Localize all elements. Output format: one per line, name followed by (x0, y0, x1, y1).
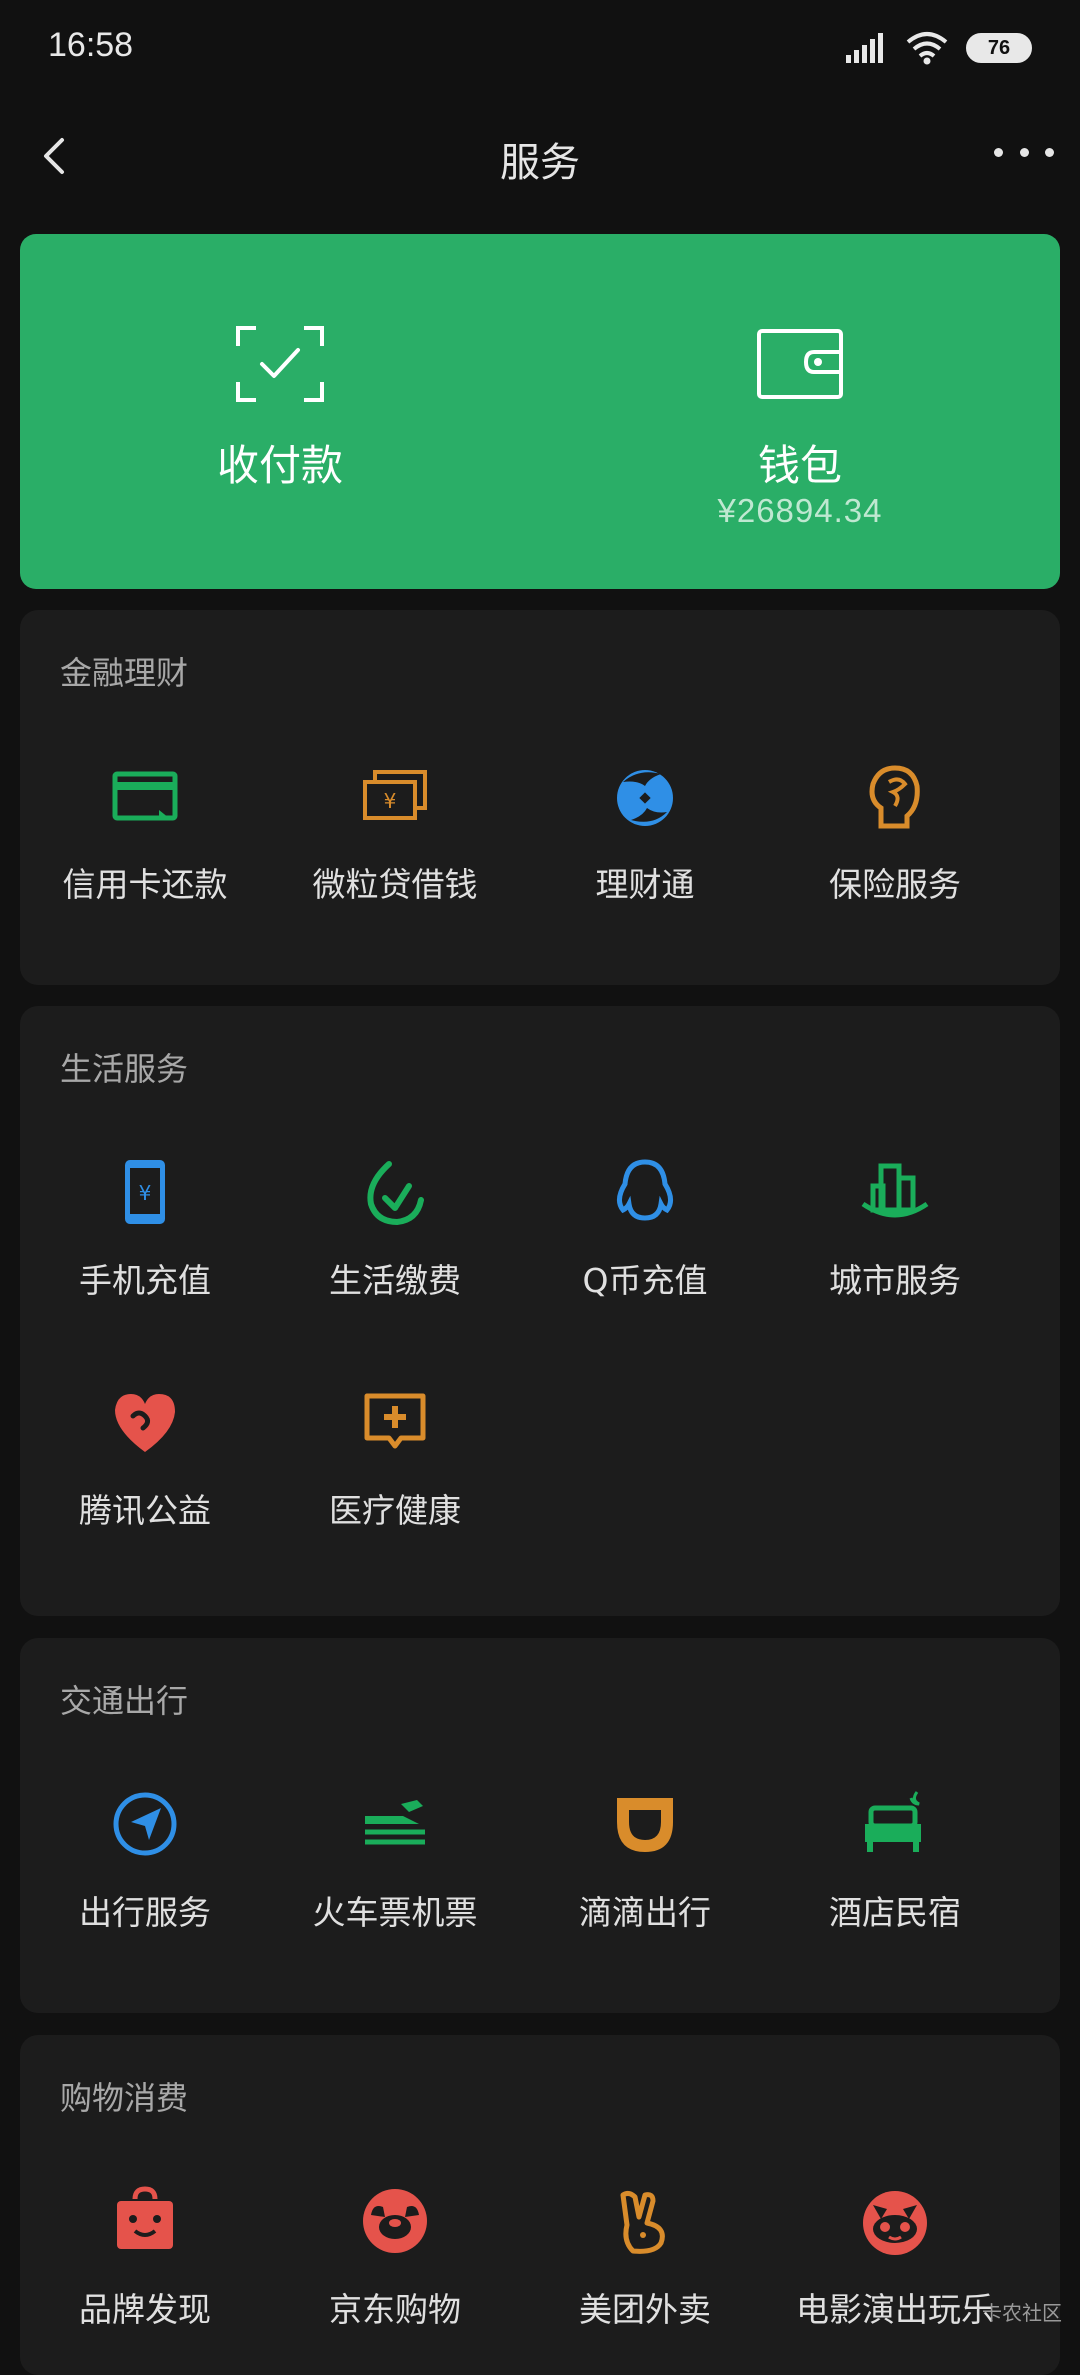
navigation-icon (113, 1792, 177, 1856)
qb-recharge-button[interactable]: Q币充值 (520, 1156, 770, 1316)
insurance-icon (869, 765, 920, 829)
status-icons: 76 (846, 28, 1032, 68)
grid-label: 京东购物 (329, 2290, 461, 2329)
grid-label: 品牌发现 (79, 2290, 211, 2329)
qq-penguin-icon (617, 1159, 673, 1221)
grid-label: 出行服务 (79, 1893, 211, 1932)
phone-recharge-icon: ¥ (125, 1160, 165, 1224)
wallet-icon (757, 329, 843, 399)
section-shopping: 购物消费 品牌发现 京东购物 美团外卖 电影演出玩乐 (20, 2035, 1060, 2375)
grid-label: 手机充值 (79, 1261, 211, 1300)
maoyan-cat-icon (863, 2191, 927, 2255)
wallet-button[interactable]: 钱包 ¥26894.34 (540, 234, 1060, 589)
grid-label: 生活缴费 (329, 1261, 461, 1300)
phone-recharge-button[interactable]: ¥ 手机充值 (20, 1156, 270, 1316)
grid-label: 信用卡还款 (62, 865, 228, 904)
nav-bar: 服务 (0, 96, 1080, 216)
didi-icon (617, 1798, 673, 1852)
jd-shopping-button[interactable]: 京东购物 (270, 2185, 520, 2345)
scan-check-icon (236, 326, 324, 402)
grid-label: 医疗健康 (329, 1491, 461, 1530)
section-title: 购物消费 (60, 2079, 189, 2117)
wallet-label: 钱包 (757, 441, 842, 490)
grid-label: 美团外卖 (579, 2290, 711, 2329)
svg-text:¥: ¥ (384, 789, 397, 813)
more-icon (994, 147, 1003, 157)
city-services-button[interactable]: 城市服务 (770, 1156, 1020, 1316)
loan-cards-icon: ¥ (363, 770, 427, 820)
insurance-button[interactable]: 保险服务 (770, 760, 1020, 920)
grid-label: 保险服务 (829, 865, 961, 904)
bill-pay-icon (367, 1161, 424, 1226)
medical-icon (364, 1393, 426, 1449)
watermark: 卡农社区 (982, 2301, 1062, 2325)
svg-text:¥: ¥ (139, 1181, 152, 1205)
travel-services-button[interactable]: 出行服务 (20, 1788, 270, 1948)
brand-discovery-button[interactable]: 品牌发现 (20, 2185, 270, 2345)
licaitong-button[interactable]: 理财通 (520, 760, 770, 920)
medical-health-button[interactable]: 医疗健康 (270, 1386, 520, 1546)
meituan-delivery-button[interactable]: 美团外卖 (520, 2185, 770, 2345)
signal-icon (846, 33, 883, 63)
jd-dog-icon (363, 2189, 427, 2253)
hotel-homestay-button[interactable]: 酒店民宿 (770, 1788, 1020, 1948)
tencent-charity-button[interactable]: 腾讯公益 (20, 1386, 270, 1546)
didi-button[interactable]: 滴滴出行 (520, 1788, 770, 1948)
status-bar: 16:58 76 (0, 0, 1080, 96)
battery-level: 76 (987, 36, 1011, 59)
wifi-icon (906, 32, 948, 65)
battery-icon: 76 (966, 33, 1032, 63)
train-plane-icon (365, 1800, 425, 1845)
grid-label: 酒店民宿 (829, 1893, 961, 1932)
weilidai-loan-button[interactable]: ¥ 微粒贷借钱 (270, 760, 520, 920)
grid-label: 火车票机票 (312, 1893, 478, 1932)
hotel-bed-icon (865, 1791, 921, 1852)
wallet-balance: ¥26894.34 (717, 492, 883, 529)
grid-label: 理财通 (595, 865, 695, 904)
meituan-rabbit-icon (620, 2190, 665, 2254)
city-icon (861, 1163, 929, 1218)
grid-label: 滴滴出行 (579, 1893, 711, 1932)
grid-label: 微粒贷借钱 (312, 865, 478, 904)
section-travel: 交通出行 出行服务 火车票机票 滴滴出行 酒店民宿 (20, 1638, 1060, 2013)
section-life: 生活服务 ¥ 手机充值 生活缴费 Q币充值 城市服务 腾讯公益 医疗健康 (20, 1006, 1060, 1616)
grid-label: 腾讯公益 (79, 1491, 211, 1530)
train-plane-tickets-button[interactable]: 火车票机票 (270, 1788, 520, 1948)
pay-receive-button[interactable]: 收付款 (20, 234, 540, 589)
section-title: 金融理财 (60, 654, 189, 692)
pay-label: 收付款 (216, 441, 343, 490)
section-title: 生活服务 (60, 1050, 189, 1088)
credit-card-icon (112, 771, 178, 821)
page-title: 服务 (500, 140, 580, 186)
hero-card: 收付款 钱包 ¥26894.34 (20, 234, 1060, 589)
section-finance: 金融理财 信用卡还款 ¥ 微粒贷借钱 理财通 保险服务 (20, 610, 1060, 985)
more-button[interactable] (994, 132, 1054, 172)
section-title: 交通出行 (60, 1682, 189, 1720)
charity-heart-icon (115, 1394, 175, 1452)
bill-pay-button[interactable]: 生活缴费 (270, 1156, 520, 1316)
grid-label: Q币充值 (582, 1261, 708, 1300)
brand-bag-icon (117, 2186, 173, 2249)
credit-card-repay-button[interactable]: 信用卡还款 (20, 760, 270, 920)
wealth-icon (617, 770, 673, 826)
status-time: 16:58 (48, 26, 134, 64)
grid-label: 城市服务 (829, 1261, 961, 1300)
